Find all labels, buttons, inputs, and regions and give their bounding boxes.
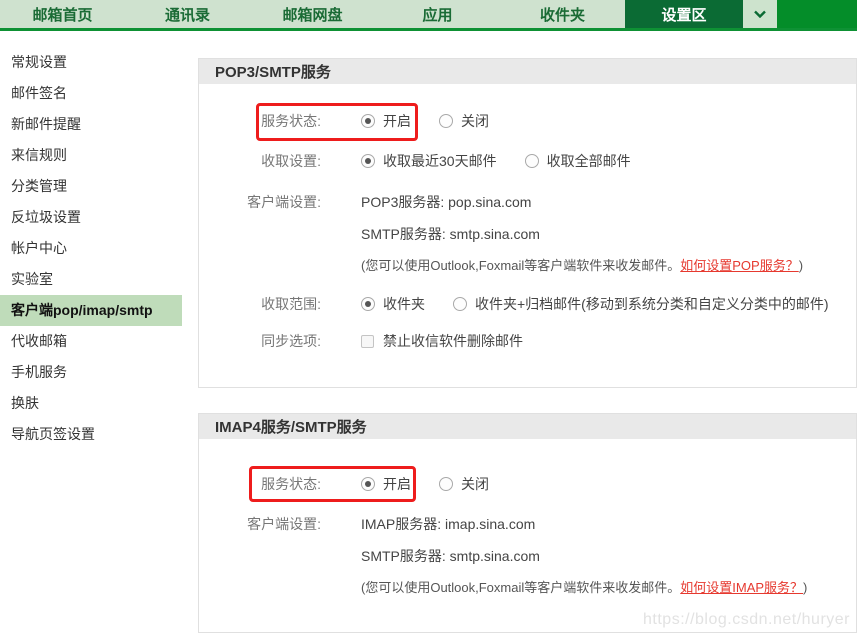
how-to-set-imap-link[interactable]: 如何设置IMAP服务？ xyxy=(680,580,803,595)
pop3-fetch-all-option[interactable]: 收取全部邮件 xyxy=(525,151,631,171)
pop3-smtp-panel: POP3/SMTP服务 服务状态: 开启 关闭 收取设置: 收取最近30天邮件 xyxy=(198,58,857,388)
settings-dropdown-button[interactable] xyxy=(743,0,777,28)
nav-tab-contacts[interactable]: 通讯录 xyxy=(125,0,250,28)
radio-on-icon xyxy=(361,477,375,491)
chevron-down-icon xyxy=(754,10,766,18)
sidebar-item-nav-tabs-settings[interactable]: 导航页签设置 xyxy=(0,419,182,450)
sidebar-item-signature[interactable]: 邮件签名 xyxy=(0,78,182,109)
sidebar-item-antispam[interactable]: 反垃圾设置 xyxy=(0,202,182,233)
nav-tab-inbox[interactable]: 收件夹 xyxy=(500,0,625,28)
pop3-panel-title: POP3/SMTP服务 xyxy=(199,59,856,84)
pop3-client-settings-row: 客户端设置: POP3服务器: pop.sina.com SMTP服务器: sm… xyxy=(199,192,839,276)
nav-tab-netdisk[interactable]: 邮箱网盘 xyxy=(250,0,375,28)
imap-client-settings-label: 客户端设置: xyxy=(199,514,321,534)
settings-sidebar: 常规设置 邮件签名 新邮件提醒 来信规则 分类管理 反垃圾设置 帐户中心 实验室… xyxy=(0,34,182,450)
radio-on-icon xyxy=(361,297,375,311)
nav-tab-apps[interactable]: 应用 xyxy=(375,0,500,28)
top-navbar: 邮箱首页 通讯录 邮箱网盘 应用 收件夹 设置区 xyxy=(0,0,857,31)
sidebar-item-skin[interactable]: 换肤 xyxy=(0,388,182,419)
pop3-fetch-recent30-option[interactable]: 收取最近30天邮件 xyxy=(361,151,497,171)
imap-client-settings-row: 客户端设置: IMAP服务器: imap.sina.com SMTP服务器: s… xyxy=(199,514,839,598)
imap-panel-title: IMAP4服务/SMTP服务 xyxy=(199,414,856,439)
smtp-server-line: SMTP服务器: smtp.sina.com xyxy=(361,224,540,244)
scope-inbox-option[interactable]: 收件夹 xyxy=(361,294,425,314)
nav-tab-settings-active[interactable]: 设置区 xyxy=(625,0,743,28)
pop3-client-settings-label: 客户端设置: xyxy=(199,192,321,212)
how-to-set-pop-link[interactable]: 如何设置POP服务？ xyxy=(680,258,798,273)
pop3-fetch-setting-row: 收取设置: 收取最近30天邮件 收取全部邮件 xyxy=(199,151,839,171)
imap-server-line: IMAP服务器: imap.sina.com xyxy=(361,514,535,534)
radio-on-icon xyxy=(361,154,375,168)
imap-service-status-row: 服务状态: 开启 关闭 xyxy=(199,474,839,494)
imap-status-off-option[interactable]: 关闭 xyxy=(439,474,489,494)
pop3-client-note: (您可以使用Outlook,Foxmail等客户端软件来收发邮件。如何设置POP… xyxy=(361,256,803,276)
sidebar-item-incoming-rules[interactable]: 来信规则 xyxy=(0,140,182,171)
pop3-sync-option-row: 同步选项: 禁止收信软件删除邮件 xyxy=(199,331,839,351)
sidebar-item-mobile-service[interactable]: 手机服务 xyxy=(0,357,182,388)
sidebar-item-general-settings[interactable]: 常规设置 xyxy=(0,47,182,78)
pop3-status-on-option[interactable]: 开启 xyxy=(361,111,411,131)
radio-on-icon xyxy=(361,114,375,128)
radio-off-icon xyxy=(439,114,453,128)
radio-off-icon xyxy=(525,154,539,168)
sidebar-item-category-management[interactable]: 分类管理 xyxy=(0,171,182,202)
radio-off-icon xyxy=(453,297,467,311)
radio-off-icon xyxy=(439,477,453,491)
pop3-service-status-row: 服务状态: 开启 关闭 xyxy=(199,111,839,131)
imap-service-status-label: 服务状态: xyxy=(199,474,321,494)
sidebar-item-account-center[interactable]: 帐户中心 xyxy=(0,233,182,264)
imap-client-note: (您可以使用Outlook,Foxmail等客户端软件来收发邮件。如何设置IMA… xyxy=(361,578,807,598)
pop3-sync-option-label: 同步选项: xyxy=(199,331,321,351)
pop3-service-status-label: 服务状态: xyxy=(199,111,321,131)
pop3-fetch-scope-row: 收取范围: 收件夹 收件夹+归档邮件(移动到系统分类和自定义分类中的邮件) xyxy=(199,294,839,314)
sidebar-item-lab[interactable]: 实验室 xyxy=(0,264,182,295)
pop3-fetch-setting-label: 收取设置: xyxy=(199,151,321,171)
checkbox-unchecked-icon xyxy=(361,335,374,348)
sidebar-item-new-mail-alert[interactable]: 新邮件提醒 xyxy=(0,109,182,140)
imap4-smtp-panel: IMAP4服务/SMTP服务 服务状态: 开启 关闭 客户端设置: IMAP服务… xyxy=(198,413,857,633)
pop3-fetch-scope-label: 收取范围: xyxy=(199,294,321,314)
nav-tab-mail-home[interactable]: 邮箱首页 xyxy=(0,0,125,28)
sidebar-item-fetch-mailbox[interactable]: 代收邮箱 xyxy=(0,326,182,357)
pop3-server-line: POP3服务器: pop.sina.com xyxy=(361,192,531,212)
pop3-status-off-option[interactable]: 关闭 xyxy=(439,111,489,131)
navbar-filler xyxy=(777,0,857,28)
imap-status-on-option[interactable]: 开启 xyxy=(361,474,411,494)
smtp-server-line: SMTP服务器: smtp.sina.com xyxy=(361,546,540,566)
sidebar-item-client-pop-imap-smtp[interactable]: 客户端pop/imap/smtp xyxy=(0,295,182,326)
forbid-delete-checkbox-option[interactable]: 禁止收信软件删除邮件 xyxy=(361,331,523,351)
scope-inbox-archive-option[interactable]: 收件夹+归档邮件(移动到系统分类和自定义分类中的邮件) xyxy=(453,294,829,314)
watermark-text: https://blog.csdn.net/huryer xyxy=(643,611,850,629)
